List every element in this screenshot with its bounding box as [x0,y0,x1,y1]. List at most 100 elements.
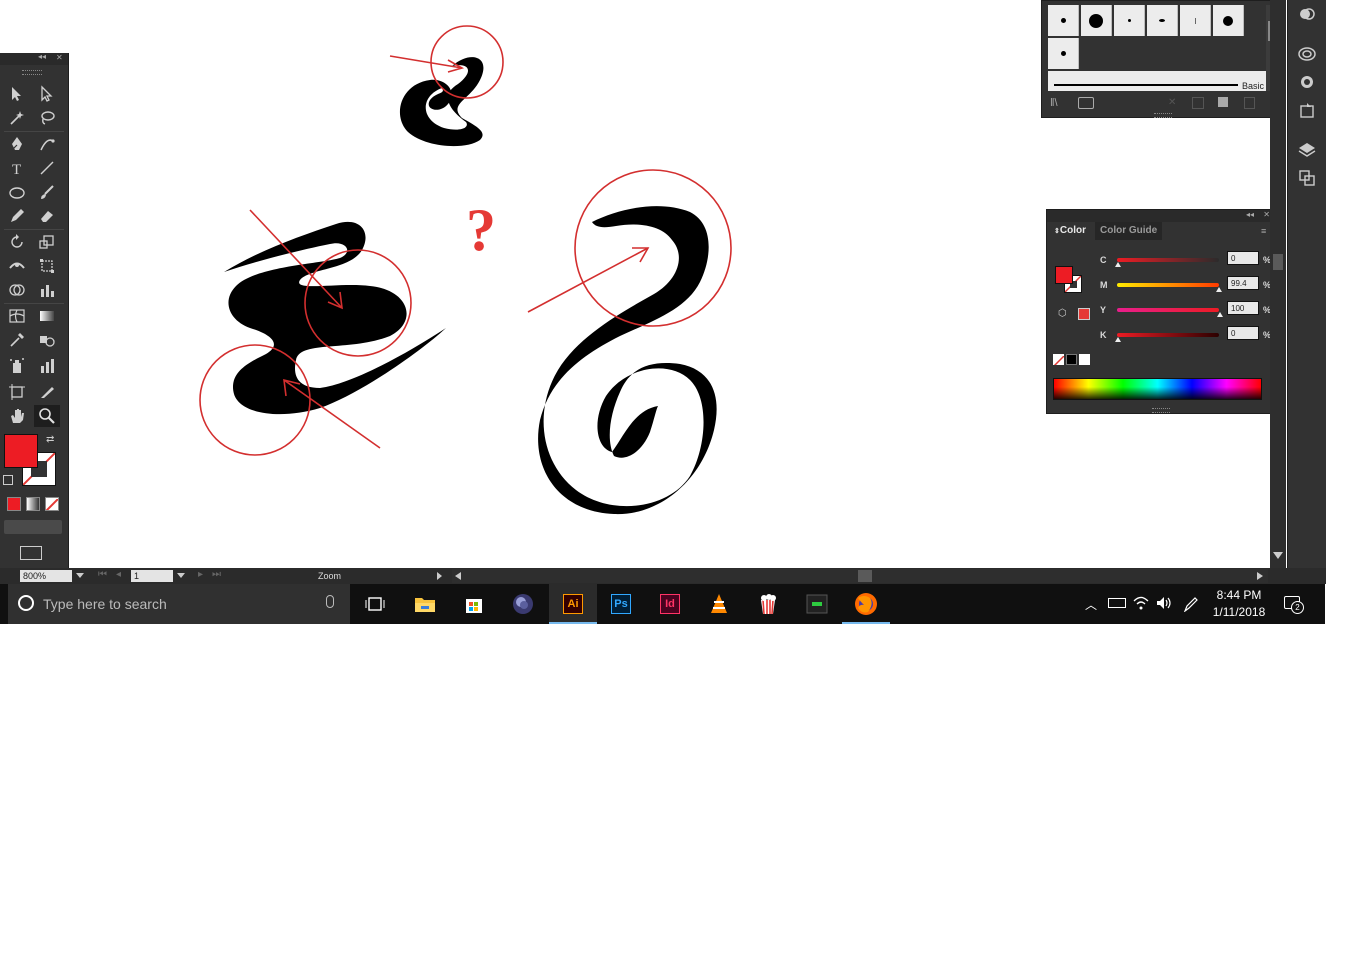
artboard-number-field[interactable]: 1 [131,570,173,582]
last-artboard-icon[interactable]: ⏭ [212,569,221,580]
brush-cell[interactable] [1114,5,1145,36]
photoshop-taskbar-icon[interactable]: Ps [597,584,645,624]
web-safe-swatch[interactable] [1078,308,1090,320]
graph-tool-icon[interactable] [34,279,60,301]
brushes-panel-grip[interactable] [1154,113,1172,118]
microphone-icon[interactable] [326,595,334,608]
fill-stroke-mini-swatch[interactable] [1055,266,1073,284]
next-artboard-icon[interactable]: ▸ [198,569,203,580]
default-fill-stroke-icon[interactable] [3,475,13,485]
first-artboard-icon[interactable]: ⏮ [98,569,107,580]
magenta-slider[interactable] [1117,283,1219,287]
tool-status-label[interactable]: Zoom [318,571,341,581]
slice-tool-icon[interactable] [34,381,60,403]
ellipse-tool-icon[interactable] [4,181,30,203]
libraries-panel-icon[interactable] [1078,97,1094,109]
close-panel-button[interactable]: ✕ [56,53,63,62]
none-swatch[interactable] [1053,354,1064,365]
line-segment-tool-icon[interactable] [34,157,60,179]
tools-panel-header[interactable]: ◂◂ ✕ [0,52,68,65]
magic-wand-tool-icon[interactable] [4,107,30,129]
artboard-tool-icon[interactable] [4,381,30,403]
tab-color[interactable]: ⇕Color [1049,222,1091,240]
yellow-slider[interactable] [1117,308,1219,312]
brushes-panel-dock-icon[interactable] [1297,72,1317,92]
white-swatch[interactable] [1079,354,1090,365]
task-view-icon[interactable] [351,584,399,624]
tab-color-guide[interactable]: Color Guide [1095,222,1163,240]
collapse-panel-button[interactable]: ◂◂ [38,52,46,61]
brush-cell[interactable] [1180,5,1211,36]
vlc-icon[interactable] [695,584,743,624]
libraries-panel-dock-icon[interactable] [1297,44,1317,64]
color-panel-titlebar[interactable]: ◂◂ ✕ [1047,210,1276,222]
indesign-taskbar-icon[interactable]: Id [646,584,694,624]
column-graph-tool-icon[interactable] [34,355,60,377]
none-mode-button[interactable] [45,497,59,511]
wifi-icon[interactable] [1133,596,1149,613]
eraser-tool-icon[interactable] [34,205,60,227]
slider-thumb[interactable] [1217,312,1223,317]
yellow-value[interactable]: 100 [1227,301,1259,315]
slider-thumb[interactable] [1115,337,1121,342]
eyedropper-tool-icon[interactable] [4,329,30,351]
curvature-tool-icon[interactable] [34,133,60,155]
free-transform-tool-icon[interactable] [34,255,60,277]
illustrator-taskbar-icon[interactable]: Ai [549,584,597,624]
rotate-tool-icon[interactable] [4,231,30,253]
zoom-tool-icon[interactable] [34,405,60,427]
volume-icon[interactable] [1156,596,1172,613]
brush-options-icon[interactable] [1192,97,1204,109]
zoom-dropdown-icon[interactable] [76,573,84,578]
brush-cell[interactable] [1048,38,1079,69]
popcorn-time-icon[interactable] [744,584,792,624]
layers-panel-icon[interactable] [1297,140,1317,160]
paintbrush-tool-icon[interactable] [34,181,60,203]
battery-icon[interactable] [1108,598,1126,608]
show-hidden-icons[interactable]: ︿ [1085,596,1097,613]
panel-grip[interactable] [22,70,42,75]
delete-brush-icon[interactable] [1244,97,1255,109]
brush-cell[interactable] [1048,5,1079,36]
width-tool-icon[interactable] [4,255,30,277]
mesh-tool-icon[interactable] [4,305,30,327]
pencil-tool-icon[interactable] [4,205,30,227]
black-swatch[interactable] [1066,354,1077,365]
appearance-panel-icon[interactable] [1297,4,1317,24]
brush-cell[interactable] [1081,5,1112,36]
search-input[interactable]: Type here to search [43,596,167,612]
status-menu-icon[interactable] [437,572,442,580]
cyan-slider[interactable] [1117,258,1219,262]
screen-mode-icon[interactable] [20,546,42,560]
panel-menu-icon[interactable]: ≡ [1261,226,1266,236]
artboard-dropdown-icon[interactable] [177,573,185,578]
previous-artboard-icon[interactable]: ◂ [116,569,121,580]
type-tool-icon[interactable]: T [4,157,30,179]
clock[interactable]: 8:44 PM 1/11/2018 [1206,587,1272,621]
gradient-mode-button[interactable] [26,497,40,511]
color-panel-grip[interactable] [1152,408,1170,413]
taskbar-search-box[interactable]: Type here to search [8,584,350,624]
file-explorer-icon[interactable] [401,584,449,624]
zoom-field[interactable]: 800% [20,570,72,582]
slider-thumb[interactable] [1216,287,1222,292]
artboards-panel-icon[interactable] [1297,168,1317,188]
store-icon[interactable] [450,584,498,624]
gradient-tool-icon[interactable] [34,305,60,327]
media-app-icon[interactable] [499,584,547,624]
magenta-value[interactable]: 99.4 [1227,276,1259,290]
firefox-taskbar-icon[interactable] [842,584,890,624]
close-color-panel-icon[interactable]: ✕ [1263,210,1270,219]
action-center-icon[interactable]: 2 [1284,596,1304,614]
color-spectrum-bar[interactable] [1053,378,1262,400]
black-slider[interactable] [1117,333,1219,337]
terminal-icon[interactable] [793,584,841,624]
brush-cell[interactable] [1213,5,1244,36]
shape-builder-tool-icon[interactable] [4,279,30,301]
fill-swatch[interactable] [4,434,38,468]
export-panel-icon[interactable] [1297,100,1317,120]
pen-workspace-icon[interactable] [1183,596,1199,615]
cyan-value[interactable]: 0 [1227,251,1259,265]
brush-stroke-preview[interactable]: Basic [1048,71,1272,91]
remove-brush-stroke-icon[interactable]: ✕ [1168,97,1176,108]
